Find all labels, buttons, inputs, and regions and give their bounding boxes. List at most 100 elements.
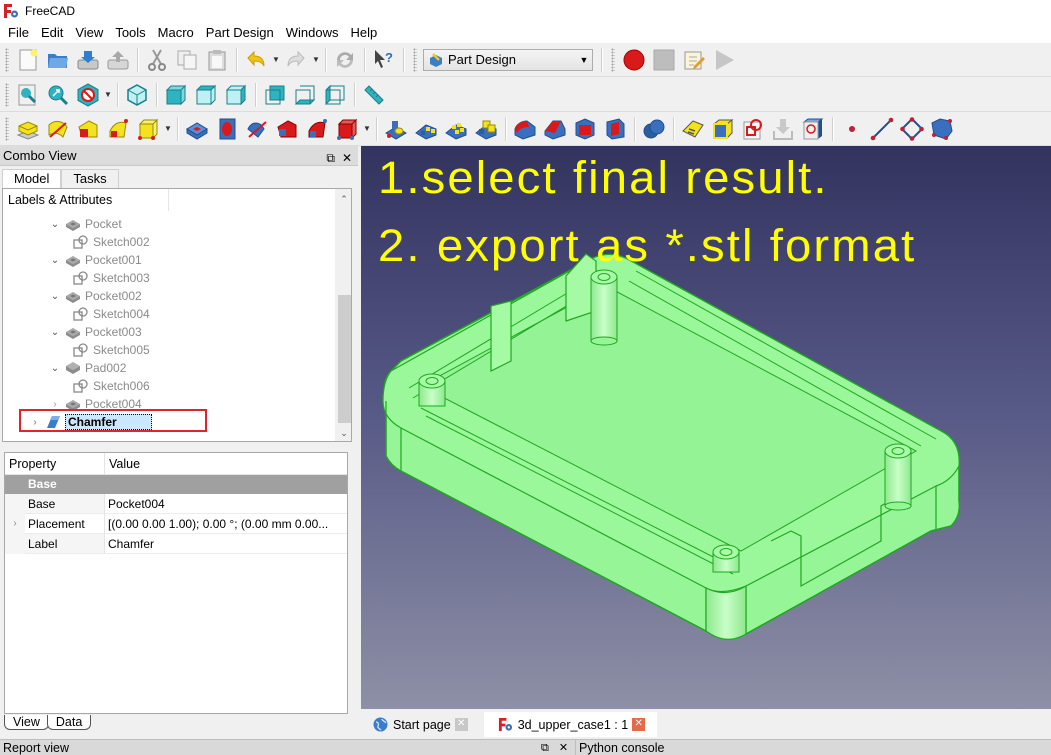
scroll-down-icon[interactable]: ⌄ (336, 425, 351, 441)
hole-icon[interactable] (212, 114, 242, 144)
chevron-right-icon[interactable]: › (49, 399, 61, 410)
subtractive-primitive-icon[interactable] (332, 114, 362, 144)
save-icon[interactable] (73, 45, 103, 75)
additive-primitive-dropdown[interactable]: ▼ (163, 114, 173, 144)
measure-icon[interactable] (359, 80, 389, 110)
tree-item-sketch006[interactable]: Sketch006 (69, 377, 150, 395)
chevron-down-icon[interactable]: ⌄ (49, 327, 61, 338)
tree-item-sketch005[interactable]: Sketch005 (69, 341, 150, 359)
stop-macro-icon[interactable] (649, 45, 679, 75)
draw-style-dropdown[interactable]: ▼ (103, 80, 113, 110)
menu-file[interactable]: File (0, 22, 35, 43)
menu-view[interactable]: View (69, 22, 109, 43)
left-view-icon[interactable] (320, 80, 350, 110)
tree-item-pocket001[interactable]: ⌄ Pocket001 (49, 251, 142, 269)
toolbar-grip[interactable] (5, 82, 9, 107)
subtractive-loft-icon[interactable] (272, 114, 302, 144)
tree-item-pocket[interactable]: ⌄ Pocket (49, 215, 122, 233)
edit-macro-icon[interactable] (679, 45, 709, 75)
validate-sketch-icon[interactable] (798, 114, 828, 144)
float-panel-icon[interactable]: ⧉ (326, 148, 335, 168)
clone-icon[interactable] (708, 114, 738, 144)
shape-binder-icon[interactable] (678, 114, 708, 144)
tree-item-sketch003[interactable]: Sketch003 (69, 269, 150, 287)
redo-icon[interactable] (281, 45, 311, 75)
scroll-up-icon[interactable]: ⌃ (336, 191, 351, 207)
tab-start-page[interactable]: Start page ✕ (361, 712, 476, 737)
close-panel-icon[interactable]: ✕ (342, 148, 352, 168)
tab-view[interactable]: View (4, 715, 49, 730)
workbench-selector[interactable]: Part Design ▼ (423, 48, 593, 71)
property-row-placement[interactable]: › Placement [(0.00 0.00 1.00); 0.00 °; (… (5, 514, 347, 534)
property-value[interactable]: Chamfer (105, 534, 347, 554)
tab-data[interactable]: Data (46, 715, 92, 730)
subtractive-pipe-icon[interactable] (302, 114, 332, 144)
property-row-base[interactable]: Base Pocket004 (5, 494, 347, 514)
open-folder-icon[interactable] (43, 45, 73, 75)
toolbar-grip[interactable] (413, 47, 417, 72)
pocket-icon[interactable] (182, 114, 212, 144)
undo-icon[interactable] (241, 45, 271, 75)
front-view-icon[interactable] (161, 80, 191, 110)
import-icon[interactable] (768, 114, 798, 144)
toolbar-grip[interactable] (611, 47, 615, 72)
rear-view-icon[interactable] (260, 80, 290, 110)
tree-item-pad002[interactable]: ⌄ Pad002 (49, 359, 127, 377)
chevron-down-icon[interactable]: ⌄ (49, 363, 61, 374)
undo-dropdown[interactable]: ▼ (271, 45, 281, 75)
datum-point-icon[interactable] (837, 114, 867, 144)
tree-item-sketch004[interactable]: Sketch004 (69, 305, 150, 323)
close-panel-icon[interactable]: ✕ (559, 740, 568, 755)
chamfer-icon[interactable] (540, 114, 570, 144)
tree-item-sketch002[interactable]: Sketch002 (69, 233, 150, 251)
thickness-icon[interactable] (600, 114, 630, 144)
top-view-icon[interactable] (191, 80, 221, 110)
menu-tools[interactable]: Tools (109, 22, 151, 43)
menu-part-design[interactable]: Part Design (200, 22, 280, 43)
boolean-icon[interactable] (639, 114, 669, 144)
fit-selection-icon[interactable] (43, 80, 73, 110)
new-document-icon[interactable] (13, 45, 43, 75)
additive-pipe-icon[interactable] (103, 114, 133, 144)
redo-dropdown[interactable]: ▼ (311, 45, 321, 75)
tree-item-pocket003[interactable]: ⌄ Pocket003 (49, 323, 142, 341)
tree-scrollbar[interactable]: ⌃ ⌄ (335, 189, 351, 441)
refresh-icon[interactable] (330, 45, 360, 75)
subtractive-primitive-dropdown[interactable]: ▼ (362, 114, 372, 144)
cut-icon[interactable] (142, 45, 172, 75)
fit-all-icon[interactable] (13, 80, 43, 110)
draw-style-icon[interactable] (73, 80, 103, 110)
record-macro-icon[interactable] (619, 45, 649, 75)
revolution-icon[interactable] (43, 114, 73, 144)
local-cs-icon[interactable] (927, 114, 957, 144)
groove-icon[interactable] (242, 114, 272, 144)
float-panel-icon[interactable]: ⧉ (541, 740, 549, 755)
property-group-base[interactable]: Base (5, 475, 347, 494)
chevron-down-icon[interactable]: ⌄ (49, 291, 61, 302)
column-divider[interactable] (168, 189, 169, 211)
polar-pattern-icon[interactable] (441, 114, 471, 144)
mirrored-icon[interactable] (381, 114, 411, 144)
fillet-icon[interactable] (510, 114, 540, 144)
expand-chevron-icon[interactable]: › (5, 514, 25, 534)
linear-pattern-icon[interactable] (411, 114, 441, 144)
property-value[interactable]: Pocket004 (105, 494, 347, 514)
scroll-thumb[interactable] (338, 295, 351, 423)
isometric-view-icon[interactable] (122, 80, 152, 110)
copy-icon[interactable] (172, 45, 202, 75)
chevron-down-icon[interactable]: ⌄ (49, 255, 61, 266)
datum-line-icon[interactable] (867, 114, 897, 144)
tab-model[interactable]: Model (2, 169, 62, 189)
right-view-icon[interactable] (221, 80, 251, 110)
sketch-icon[interactable] (738, 114, 768, 144)
tree-item-pocket002[interactable]: ⌄ Pocket002 (49, 287, 142, 305)
datum-plane-icon[interactable] (897, 114, 927, 144)
menu-macro[interactable]: Macro (152, 22, 200, 43)
property-value[interactable]: [(0.00 0.00 1.00); 0.00 °; (0.00 mm 0.00… (105, 514, 347, 534)
toolbar-grip[interactable] (5, 116, 9, 141)
close-tab-icon[interactable]: ✕ (454, 718, 468, 731)
whats-this-icon[interactable]: ? (369, 45, 399, 75)
bottom-view-icon[interactable] (290, 80, 320, 110)
toolbar-grip[interactable] (5, 47, 9, 72)
run-macro-icon[interactable] (709, 45, 739, 75)
